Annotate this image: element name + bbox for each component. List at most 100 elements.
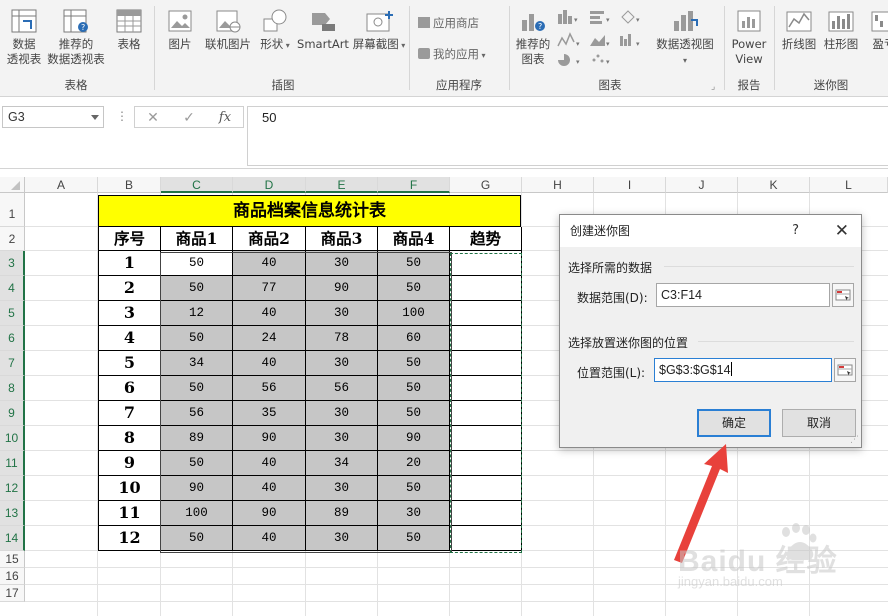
column-heading[interactable]: 商品4: [378, 227, 450, 251]
value-cell[interactable]: 78: [306, 326, 378, 351]
row-header-2[interactable]: 2: [0, 227, 25, 251]
column-heading[interactable]: 序号: [98, 227, 161, 251]
value-cell[interactable]: 50: [161, 276, 233, 301]
value-cell[interactable]: 90: [233, 501, 306, 526]
value-cell[interactable]: 50: [161, 376, 233, 401]
row-index-cell[interactable]: 3: [98, 301, 161, 326]
value-cell[interactable]: 50: [378, 401, 450, 426]
column-header-b[interactable]: B: [98, 177, 161, 193]
row-index-cell[interactable]: 1: [98, 251, 161, 276]
row-header-7[interactable]: 7: [0, 351, 25, 376]
row-header-3[interactable]: 3: [0, 251, 25, 276]
recommended-pivot-button[interactable]: ? 推荐的 数据透视表: [44, 8, 108, 67]
value-cell[interactable]: 30: [306, 251, 378, 276]
value-cell[interactable]: 40: [233, 301, 306, 326]
chart-type-gallery-icon[interactable]: ▾ ▾ ▾ ▾ ▾ ▾ ▾ ▾: [556, 8, 650, 68]
value-cell[interactable]: 50: [161, 526, 233, 551]
sparkline-winloss-button[interactable]: 盈亏: [864, 8, 888, 52]
row-header-8[interactable]: 8: [0, 376, 25, 401]
value-cell[interactable]: 50: [161, 451, 233, 476]
column-header-e[interactable]: E: [306, 177, 378, 193]
value-cell[interactable]: 89: [161, 426, 233, 451]
value-cell[interactable]: 100: [161, 501, 233, 526]
value-cell[interactable]: 50: [378, 476, 450, 501]
online-pictures-button[interactable]: 联机图片: [200, 8, 256, 52]
row-header-1[interactable]: 1: [0, 193, 25, 227]
smartart-button[interactable]: SmartArt: [294, 8, 352, 52]
value-cell[interactable]: 60: [378, 326, 450, 351]
value-cell[interactable]: 40: [233, 526, 306, 551]
data-range-picker-button[interactable]: [832, 283, 854, 307]
value-cell[interactable]: 24: [233, 326, 306, 351]
row-header-6[interactable]: 6: [0, 326, 25, 351]
formula-input[interactable]: 50: [247, 106, 888, 166]
row-header-10[interactable]: 10: [0, 426, 25, 451]
value-cell[interactable]: 40: [233, 351, 306, 376]
cancel-entry-icon[interactable]: ✕: [141, 109, 165, 127]
close-icon[interactable]: ✕: [835, 215, 849, 247]
row-index-cell[interactable]: 12: [98, 526, 161, 551]
store-button[interactable]: 应用商店: [418, 15, 479, 31]
name-box-dropdown-icon[interactable]: [91, 115, 99, 120]
dialog-launcher-icon[interactable]: ⌟: [711, 82, 715, 92]
value-cell[interactable]: 34: [306, 451, 378, 476]
table-title[interactable]: 商品档案信息统计表: [98, 195, 521, 227]
row-index-cell[interactable]: 5: [98, 351, 161, 376]
column-header-g[interactable]: G: [450, 177, 522, 193]
row-header-15[interactable]: 15: [0, 551, 25, 568]
sparkline-column-button[interactable]: 柱形图: [820, 8, 862, 52]
value-cell[interactable]: 90: [378, 426, 450, 451]
value-cell[interactable]: 56: [306, 376, 378, 401]
value-cell[interactable]: 12: [161, 301, 233, 326]
row-index-cell[interactable]: 9: [98, 451, 161, 476]
row-header-13[interactable]: 13: [0, 501, 25, 526]
column-header-c[interactable]: C: [161, 177, 233, 193]
row-header-12[interactable]: 12: [0, 476, 25, 501]
pictures-button[interactable]: 图片: [160, 8, 200, 52]
column-heading[interactable]: 趋势: [450, 227, 522, 251]
value-cell[interactable]: 30: [378, 501, 450, 526]
column-heading[interactable]: 商品1: [161, 227, 233, 251]
pivot-chart-button[interactable]: 数据透视图 ▾: [652, 8, 718, 68]
value-cell[interactable]: 50: [378, 351, 450, 376]
value-cell[interactable]: 56: [233, 376, 306, 401]
table-button[interactable]: 表格: [108, 8, 150, 52]
value-cell[interactable]: 30: [306, 301, 378, 326]
resize-grip-icon[interactable]: ⋰: [850, 435, 859, 445]
value-cell[interactable]: 30: [306, 476, 378, 501]
column-heading[interactable]: 商品3: [306, 227, 378, 251]
column-heading[interactable]: 商品2: [233, 227, 306, 251]
value-cell[interactable]: 50: [161, 326, 233, 351]
row-header-11[interactable]: 11: [0, 451, 25, 476]
value-cell[interactable]: 40: [233, 451, 306, 476]
column-header-l[interactable]: L: [810, 177, 888, 193]
value-cell[interactable]: 30: [306, 401, 378, 426]
ok-button[interactable]: 确定: [697, 409, 771, 437]
shapes-button[interactable]: 形状 ▾: [256, 8, 294, 53]
pivot-table-button[interactable]: 数据 透视表: [2, 8, 46, 67]
row-index-cell[interactable]: 11: [98, 501, 161, 526]
power-view-button[interactable]: Power View: [728, 8, 770, 67]
confirm-entry-icon[interactable]: ✓: [177, 109, 201, 127]
value-cell[interactable]: 90: [161, 476, 233, 501]
sparkline-line-button[interactable]: 折线图: [778, 8, 820, 52]
recommended-charts-button[interactable]: ? 推荐的 图表: [513, 8, 553, 67]
screenshot-button[interactable]: 屏幕截图 ▾: [352, 8, 406, 53]
column-header-h[interactable]: H: [522, 177, 594, 193]
value-cell[interactable]: 50: [378, 276, 450, 301]
value-cell[interactable]: 40: [233, 476, 306, 501]
column-header-i[interactable]: I: [594, 177, 666, 193]
row-header-5[interactable]: 5: [0, 301, 25, 326]
row-index-cell[interactable]: 6: [98, 376, 161, 401]
dialog-titlebar[interactable]: 创建迷你图: [560, 215, 861, 247]
row-index-cell[interactable]: 4: [98, 326, 161, 351]
column-header-a[interactable]: A: [25, 177, 98, 193]
row-header-16[interactable]: 16: [0, 568, 25, 585]
value-cell[interactable]: 89: [306, 501, 378, 526]
value-cell[interactable]: 77: [233, 276, 306, 301]
name-box[interactable]: G3: [2, 106, 104, 128]
formula-bar-grip-icon[interactable]: ⋮: [116, 109, 128, 123]
location-range-input[interactable]: $G$3:$G$14: [654, 358, 832, 382]
data-range-input[interactable]: C3:F14: [656, 283, 830, 307]
value-cell[interactable]: 30: [306, 526, 378, 551]
